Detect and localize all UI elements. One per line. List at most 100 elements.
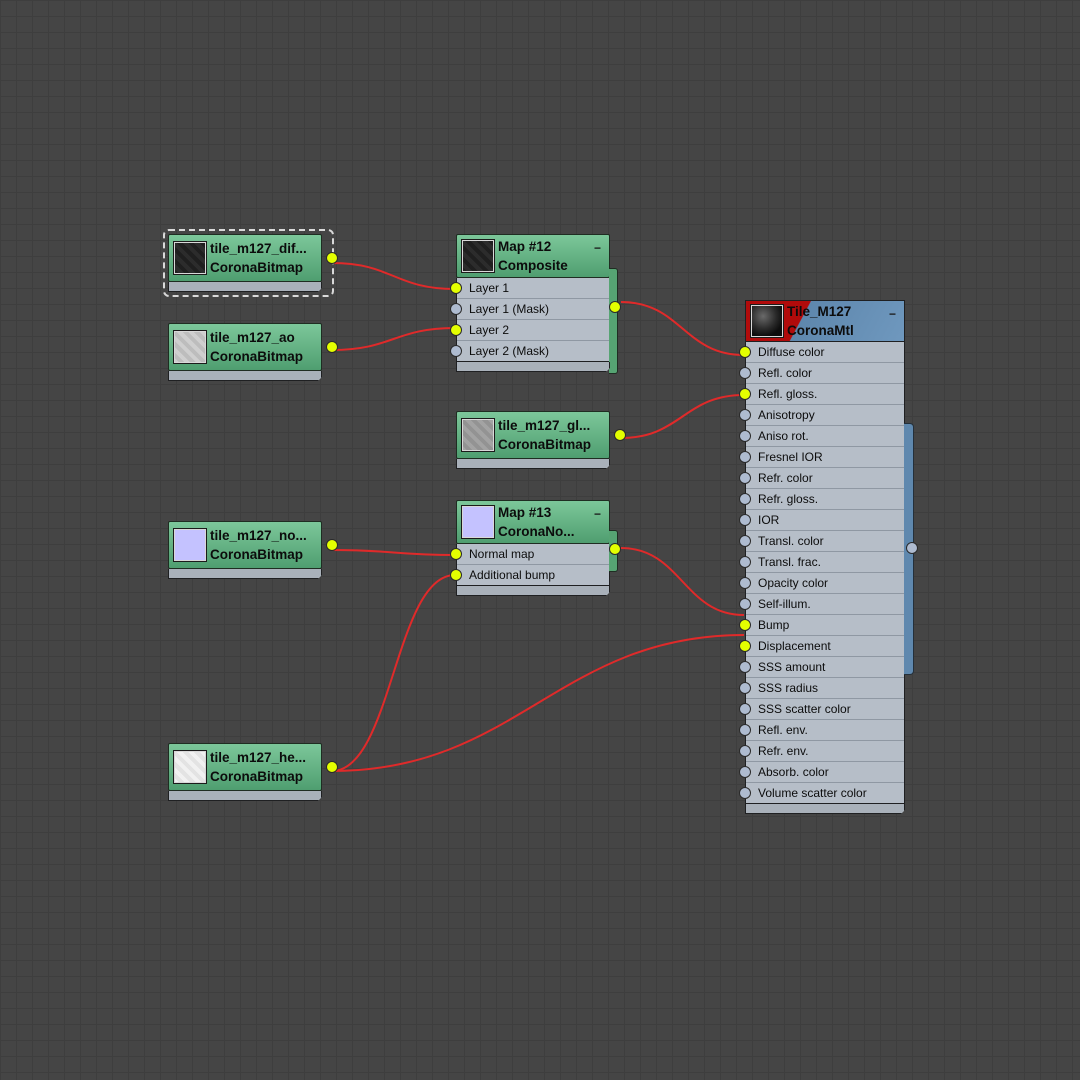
node-bitmap-diffuse[interactable]: tile_m127_dif... CoronaBitmap xyxy=(163,229,338,297)
node-header[interactable]: tile_m127_dif... CoronaBitmap xyxy=(168,234,338,282)
output-socket[interactable] xyxy=(906,542,918,554)
slot-label: Refr. gloss. xyxy=(758,492,819,506)
input-socket[interactable] xyxy=(739,787,751,799)
slot-label: Layer 2 xyxy=(469,323,510,337)
output-tab xyxy=(904,423,918,675)
connection-wire xyxy=(331,574,456,772)
input-socket[interactable] xyxy=(739,451,751,463)
slot-opacity-color[interactable]: Opacity color xyxy=(739,573,904,594)
input-socket[interactable] xyxy=(739,577,751,589)
slot-aniso-rot[interactable]: Aniso rot. xyxy=(739,426,904,447)
node-header[interactable]: tile_m127_he... CoronaBitmap xyxy=(168,743,338,791)
input-socket[interactable] xyxy=(450,324,462,336)
input-socket[interactable] xyxy=(739,535,751,547)
slot-ior[interactable]: IOR xyxy=(739,510,904,531)
slot-label: Layer 1 (Mask) xyxy=(469,302,550,316)
node-header[interactable]: Map #12 Composite − xyxy=(456,234,610,278)
slot-normal-map[interactable]: Normal map xyxy=(450,544,609,565)
input-socket[interactable] xyxy=(450,282,462,294)
node-bitmap-ao[interactable]: tile_m127_ao CoronaBitmap xyxy=(168,323,338,381)
slot-self-illum[interactable]: Self-illum. xyxy=(739,594,904,615)
slot-layer-1-mask[interactable]: Layer 1 (Mask) xyxy=(450,299,609,320)
slot-list: Layer 1 Layer 1 (Mask) Layer 2 Layer 2 (… xyxy=(450,278,610,362)
input-socket[interactable] xyxy=(739,367,751,379)
slot-label: Self-illum. xyxy=(758,597,811,611)
input-socket[interactable] xyxy=(739,493,751,505)
slot-displacement[interactable]: Displacement xyxy=(739,636,904,657)
input-socket[interactable] xyxy=(739,724,751,736)
slot-sss-scatter-color[interactable]: SSS scatter color xyxy=(739,699,904,720)
node-bitmap-height[interactable]: tile_m127_he... CoronaBitmap xyxy=(168,743,338,801)
node-bitmap-normal[interactable]: tile_m127_no... CoronaBitmap xyxy=(168,521,338,579)
slot-refl-gloss[interactable]: Refl. gloss. xyxy=(739,384,904,405)
minimize-button[interactable]: − xyxy=(889,307,896,321)
input-socket[interactable] xyxy=(739,703,751,715)
input-socket[interactable] xyxy=(739,619,751,631)
slot-layer-2-mask[interactable]: Layer 2 (Mask) xyxy=(450,341,609,361)
slot-anisotropy[interactable]: Anisotropy xyxy=(739,405,904,426)
node-header[interactable]: Map #13 CoronaNo... − xyxy=(456,500,610,544)
slot-refl-env[interactable]: Refl. env. xyxy=(739,720,904,741)
node-footer xyxy=(456,459,610,469)
output-socket[interactable] xyxy=(614,429,626,441)
node-normal-map[interactable]: Map #13 CoronaNo... − Normal map Additio… xyxy=(450,500,621,596)
input-socket[interactable] xyxy=(739,430,751,442)
input-socket[interactable] xyxy=(739,745,751,757)
slot-label: Transl. frac. xyxy=(758,555,821,569)
output-socket[interactable] xyxy=(326,761,338,773)
node-header[interactable]: tile_m127_no... CoronaBitmap xyxy=(168,521,338,569)
input-socket[interactable] xyxy=(739,388,751,400)
input-socket[interactable] xyxy=(739,556,751,568)
slot-bump[interactable]: Bump xyxy=(739,615,904,636)
output-socket[interactable] xyxy=(326,539,338,551)
input-socket[interactable] xyxy=(739,682,751,694)
output-tab xyxy=(609,268,621,374)
input-socket[interactable] xyxy=(739,514,751,526)
input-socket[interactable] xyxy=(739,409,751,421)
slot-sss-amount[interactable]: SSS amount xyxy=(739,657,904,678)
minimize-button[interactable]: − xyxy=(594,241,601,255)
input-socket[interactable] xyxy=(450,345,462,357)
slot-refr-gloss[interactable]: Refr. gloss. xyxy=(739,489,904,510)
slot-volume-scatter-color[interactable]: Volume scatter color xyxy=(739,783,904,803)
input-socket[interactable] xyxy=(739,346,751,358)
input-socket[interactable] xyxy=(739,598,751,610)
input-socket[interactable] xyxy=(450,303,462,315)
output-socket[interactable] xyxy=(609,543,621,555)
output-socket[interactable] xyxy=(609,301,621,313)
input-socket[interactable] xyxy=(739,472,751,484)
slot-layer-2[interactable]: Layer 2 xyxy=(450,320,609,341)
node-name: tile_m127_gl... xyxy=(498,418,591,433)
input-socket[interactable] xyxy=(450,569,462,581)
node-composite-map[interactable]: Map #12 Composite − Layer 1 Layer 1 (Mas… xyxy=(450,234,621,374)
slot-sss-radius[interactable]: SSS radius xyxy=(739,678,904,699)
slot-absorb-color[interactable]: Absorb. color xyxy=(739,762,904,783)
output-socket[interactable] xyxy=(326,252,338,264)
slot-label: Additional bump xyxy=(469,568,556,582)
input-socket[interactable] xyxy=(739,661,751,673)
minimize-button[interactable]: − xyxy=(594,507,601,521)
node-footer xyxy=(168,371,322,381)
slot-fresnel-ior[interactable]: Fresnel IOR xyxy=(739,447,904,468)
slot-refr-color[interactable]: Refr. color xyxy=(739,468,904,489)
slot-refl-color[interactable]: Refl. color xyxy=(739,363,904,384)
slot-label: SSS amount xyxy=(758,660,826,674)
slot-refr-env[interactable]: Refr. env. xyxy=(739,741,904,762)
node-header[interactable]: Tile_M127 CoronaMtl − xyxy=(745,300,905,342)
input-socket[interactable] xyxy=(739,766,751,778)
slot-transl-frac[interactable]: Transl. frac. xyxy=(739,552,904,573)
input-socket[interactable] xyxy=(450,548,462,560)
output-socket[interactable] xyxy=(326,341,338,353)
slot-layer-1[interactable]: Layer 1 xyxy=(450,278,609,299)
node-footer xyxy=(745,804,905,814)
node-header[interactable]: tile_m127_ao CoronaBitmap xyxy=(168,323,338,371)
texture-thumbnail xyxy=(173,528,207,562)
slot-additional-bump[interactable]: Additional bump xyxy=(450,565,609,585)
slot-transl-color[interactable]: Transl. color xyxy=(739,531,904,552)
node-material[interactable]: Tile_M127 CoronaMtl − Diffuse color Refl.… xyxy=(739,300,918,814)
node-bitmap-gloss[interactable]: tile_m127_gl... CoronaBitmap xyxy=(456,411,626,469)
slot-label: Refr. color xyxy=(758,471,813,485)
node-header[interactable]: tile_m127_gl... CoronaBitmap xyxy=(456,411,626,459)
input-socket[interactable] xyxy=(739,640,751,652)
slot-diffuse-color[interactable]: Diffuse color xyxy=(739,342,904,363)
